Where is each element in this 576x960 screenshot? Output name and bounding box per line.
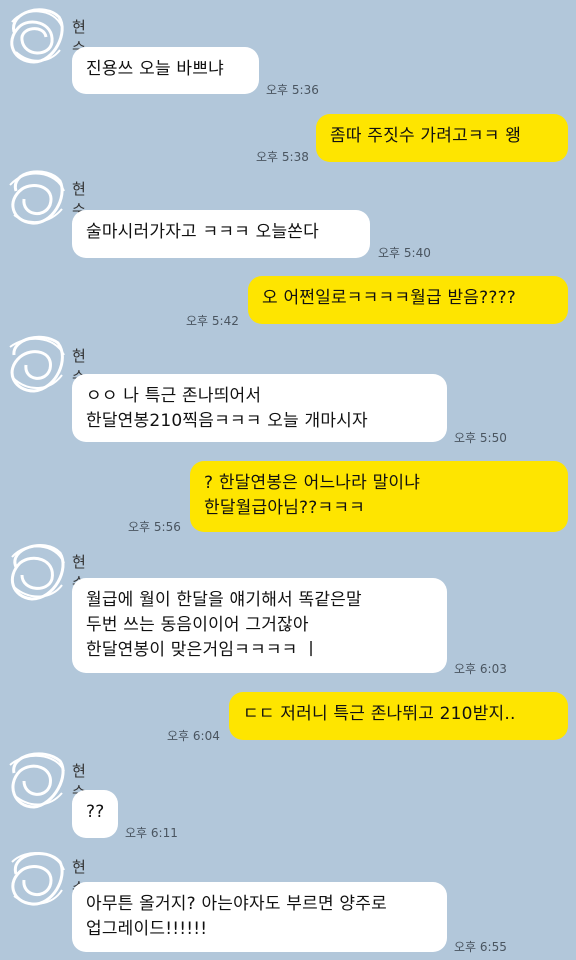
message-bubble[interactable]: ?? (72, 790, 118, 838)
message-bubble[interactable]: 오 어쩐일로ㅋㅋㅋㅋ월급 받음???? (248, 276, 568, 324)
avatar[interactable] (4, 2, 70, 68)
message-time: 오후 5:42 (186, 314, 239, 328)
message-bubble[interactable]: ㅇㅇ 나 특근 존나띄어서 한달연봉210찍음ㅋㅋㅋ 오늘 개마시자 (72, 374, 447, 442)
scribbled-avatar-icon (9, 752, 65, 809)
scribbled-avatar-icon (10, 8, 64, 64)
message-time: 오후 5:56 (128, 520, 181, 534)
message-time: 오후 5:50 (454, 431, 507, 445)
message-time: 오후 6:55 (454, 940, 507, 954)
message-bubble[interactable]: 월급에 월이 한달을 얘기해서 똑같은말 두번 쓰는 동음이이어 그거잖아 한달… (72, 578, 447, 673)
avatar[interactable] (4, 537, 70, 603)
scribbled-avatar-icon (9, 335, 65, 393)
message-bubble[interactable]: ㄷㄷ 저러니 특근 존나뛰고 210받지.. (229, 692, 568, 740)
message-time: 오후 5:36 (266, 83, 319, 97)
message-time: 오후 5:40 (378, 246, 431, 260)
message-time: 오후 6:11 (125, 826, 178, 840)
avatar[interactable] (4, 745, 70, 811)
avatar[interactable] (4, 844, 70, 910)
message-bubble[interactable]: 좀따 주짓수 가려고ㅋㅋ 왱 (316, 114, 568, 162)
scribbled-avatar-icon (10, 544, 65, 601)
avatar[interactable] (4, 163, 70, 229)
message-bubble[interactable]: 진용쓰 오늘 바쁘냐 (72, 47, 259, 94)
message-time: 오후 6:03 (454, 662, 507, 676)
message-bubble[interactable]: 아무튼 올거지? 아는야자도 부르면 양주로 업그레이드!!!!!! (72, 882, 447, 952)
message-bubble[interactable]: 술마시러가자고 ㅋㅋㅋ 오늘쏜다 (72, 210, 370, 258)
message-time: 오후 5:38 (256, 150, 309, 164)
message-bubble[interactable]: ? 한달연봉은 어느나라 말이냐 한달월급아님??ㅋㅋㅋ (190, 461, 568, 532)
avatar[interactable] (4, 329, 70, 395)
message-time: 오후 6:04 (167, 729, 220, 743)
scribbled-avatar-icon (11, 851, 65, 906)
scribbled-avatar-icon (9, 170, 65, 225)
